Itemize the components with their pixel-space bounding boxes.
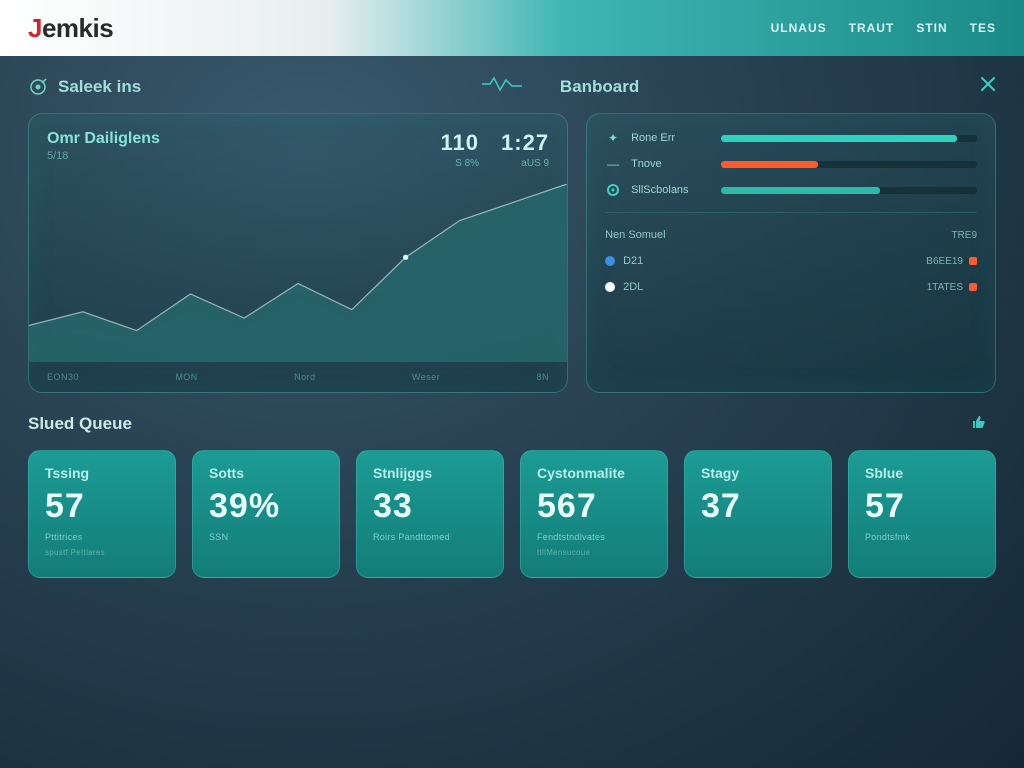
status-header-left: Nen Somuel xyxy=(605,229,666,241)
bar-1-fill xyxy=(721,161,818,168)
stat-5-value: 57 xyxy=(865,487,979,526)
stat-5-desc1: Pondtsfmk xyxy=(865,532,979,542)
nav-item-2[interactable]: STIN xyxy=(916,21,947,35)
bar-2-track[interactable] xyxy=(721,187,977,194)
status-row-1-label: 2DL xyxy=(623,281,643,293)
status-sq-1 xyxy=(969,283,977,291)
stat-0-value: 57 xyxy=(45,487,159,526)
section-left-label: Saleek ins xyxy=(58,77,141,97)
status-header: Nen Somuel TRE9 xyxy=(605,227,977,243)
bar-row-1: — Tnove xyxy=(605,156,977,172)
metric-1-sub: aUS 9 xyxy=(501,158,549,169)
stat-3-desc2: ttllMensucoue xyxy=(537,548,651,557)
leaf-icon: ✦ xyxy=(605,130,621,146)
chart-title: Omr Dailiglens xyxy=(47,130,160,148)
stat-1-desc1: SSN xyxy=(209,532,323,542)
target-icon xyxy=(28,77,48,97)
bar-row-2: SllScbolans xyxy=(605,182,977,198)
nav-item-1[interactable]: TRAUT xyxy=(849,21,895,35)
nav-item-0[interactable]: ULNAUS xyxy=(771,21,827,35)
bar-0-fill xyxy=(721,135,956,142)
queue-title: Slued Queue xyxy=(28,414,132,434)
nav-item-3[interactable]: TES xyxy=(970,21,996,35)
logo-rest: emk xyxy=(42,13,93,43)
bar-row-0: ✦ Rone Err xyxy=(605,130,977,146)
stat-0-desc2: spustf Pettiares xyxy=(45,548,159,557)
stat-card-3[interactable]: Cystonmalite 567 Fendtstndlvates ttllMen… xyxy=(520,450,668,578)
stat-card-0[interactable]: Tssing 57 Pttitrices spustf Pettiares xyxy=(28,450,176,578)
xaxis-3: Weser xyxy=(412,372,440,382)
status-dot-1 xyxy=(605,282,615,292)
status-dot-0 xyxy=(605,256,615,266)
status-row-1-val: 1TATES xyxy=(927,282,963,293)
stat-0-title: Tssing xyxy=(45,465,159,481)
stat-2-desc1: Roirs Pandttomed xyxy=(373,532,487,542)
xaxis-4: 8N xyxy=(537,372,550,382)
metric-1-value: 1:27 xyxy=(501,130,549,156)
metric-1: 1:27 aUS 9 xyxy=(501,130,549,169)
logo-tail: s xyxy=(99,13,113,43)
xaxis-1: MON xyxy=(175,372,198,382)
stat-card-4[interactable]: Stagy 37 xyxy=(684,450,832,578)
metric-0-value: 110 xyxy=(441,130,480,156)
stat-0-desc1: Pttitrices xyxy=(45,532,159,542)
stat-row: Tssing 57 Pttitrices spustf Pettiares So… xyxy=(28,450,996,578)
bar-2-fill xyxy=(721,187,880,194)
stat-1-value: 39% xyxy=(209,487,323,526)
bar-1-track[interactable] xyxy=(721,161,977,168)
status-row-1[interactable]: 2DL 1TATES xyxy=(605,279,977,295)
status-row-0-label: D21 xyxy=(623,255,643,267)
pulse-icon xyxy=(482,76,522,97)
stat-card-2[interactable]: Stnlijggs 33 Roirs Pandttomed xyxy=(356,450,504,578)
dash-icon: — xyxy=(605,156,621,172)
stat-1-title: Sotts xyxy=(209,465,323,481)
section-right: Banboard xyxy=(560,77,639,97)
status-card: ✦ Rone Err — Tnove SllScbolans Nen Somue… xyxy=(586,113,996,393)
queue-section: Slued Queue xyxy=(28,413,996,434)
status-row-0-val: B6EE19 xyxy=(926,256,963,267)
chart-subtitle: 5/18 xyxy=(47,150,160,162)
section-header-row: Saleek ins Banboard xyxy=(28,76,996,97)
thumbs-up-icon[interactable] xyxy=(970,413,988,434)
xaxis-2: Nord xyxy=(294,372,316,382)
logo-j: J xyxy=(28,13,42,43)
chart-card: Omr Dailiglens 5/18 110 S 8% 1:27 aUS 9 xyxy=(28,113,568,393)
stat-card-5[interactable]: Sblue 57 Pondtsfmk xyxy=(848,450,996,578)
status-row-0[interactable]: D21 B6EE19 xyxy=(605,253,977,269)
xaxis-0: EON30 xyxy=(47,372,79,382)
top-nav: ULNAUS TRAUT STIN TES xyxy=(771,21,996,35)
stat-3-title: Cystonmalite xyxy=(537,465,651,481)
ring-icon xyxy=(605,182,621,198)
status-header-right: TRE9 xyxy=(951,230,977,241)
stat-2-value: 33 xyxy=(373,487,487,526)
bar-0-label: Rone Err xyxy=(631,132,711,144)
bar-2-label: SllScbolans xyxy=(631,184,711,196)
metric-0: 110 S 8% xyxy=(441,130,480,169)
bar-0-track[interactable] xyxy=(721,135,977,142)
stat-4-value: 37 xyxy=(701,487,815,526)
divider xyxy=(605,212,977,213)
metric-0-sub: S 8% xyxy=(441,158,480,169)
brand-logo: Jemkis xyxy=(28,13,113,44)
stat-4-title: Stagy xyxy=(701,465,815,481)
stat-3-value: 567 xyxy=(537,487,651,526)
topbar: Jemkis ULNAUS TRAUT STIN TES xyxy=(0,0,1024,56)
section-left: Saleek ins xyxy=(28,77,141,97)
stat-5-title: Sblue xyxy=(865,465,979,481)
stat-2-title: Stnlijggs xyxy=(373,465,487,481)
area-chart xyxy=(29,184,567,362)
section-right-label: Banboard xyxy=(560,77,639,97)
bar-1-label: Tnove xyxy=(631,158,711,170)
stat-3-desc1: Fendtstndlvates xyxy=(537,532,651,542)
stat-card-1[interactable]: Sotts 39% SSN xyxy=(192,450,340,578)
status-sq-0 xyxy=(969,257,977,265)
close-icon[interactable] xyxy=(980,76,996,97)
chart-xaxis: EON30 MON Nord Weser 8N xyxy=(47,372,549,382)
